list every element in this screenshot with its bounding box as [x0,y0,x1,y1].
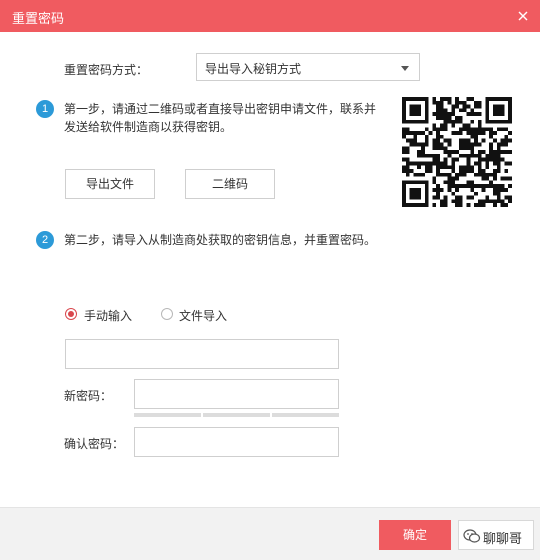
strength-bar-weak [134,413,201,417]
qrcode-image [402,97,512,207]
confirm-password-field[interactable] [134,427,339,457]
step2-badge: 2 [36,231,54,249]
radio-file-label: 文件导入 [179,309,228,323]
dialog-titlebar: 重置密码 [0,0,540,32]
close-icon[interactable] [514,7,532,25]
watermark-text: 聊聊哥 [483,531,523,546]
radio-manual-label: 手动输入 [84,309,133,323]
step2-text: 第二步，请导入从制造商处获取的密钥信息，并重置密码。 [64,233,377,247]
step1-badge: 1 [36,100,54,118]
key-input[interactable] [65,339,339,369]
radio-manual-input[interactable] [65,308,77,320]
new-password-field[interactable] [134,379,339,409]
strength-bar-strong [272,413,339,417]
reset-method-value: 导出导入秘钥方式 [205,62,302,76]
strength-bar-medium [203,413,270,417]
ok-button[interactable]: 确定 [379,520,451,550]
chevron-down-icon [401,66,409,71]
export-file-button[interactable]: 导出文件 [65,169,155,199]
reset-method-label: 重置密码方式： [64,63,149,77]
qrcode-button[interactable]: 二维码 [185,169,275,199]
wechat-icon [463,529,481,543]
radio-file-import[interactable] [161,308,173,320]
step1-text: 第一步，请通过二维码或者直接导出密钥申请文件，联系并发送给软件制造商以获得密钥。 [64,102,377,134]
dialog-title: 重置密码 [12,11,65,26]
new-password-label: 新密码： [64,389,113,403]
reset-method-select[interactable]: 导出导入秘钥方式 [196,53,420,81]
confirm-password-label: 确认密码： [64,437,125,451]
watermark-badge: 聊聊哥 [458,520,534,550]
